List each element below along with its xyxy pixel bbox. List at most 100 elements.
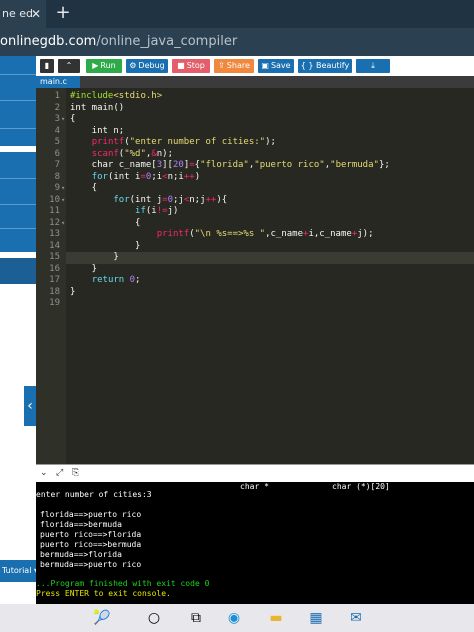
console-prompt: enter number of cities:3 <box>36 490 152 499</box>
close-icon[interactable]: ✕ <box>28 0 44 28</box>
line-number: 9 <box>54 183 60 193</box>
collapse-sidebar-icon[interactable]: ‹ <box>24 386 36 426</box>
share-icon: ⇪ <box>218 61 225 70</box>
code-line-3[interactable]: { <box>70 114 75 126</box>
run-label: Run <box>100 61 116 70</box>
stop-button[interactable]: ■ Stop <box>172 59 210 73</box>
download-icon[interactable]: ⤓ <box>356 59 390 73</box>
fold-arrow-icon[interactable]: ▾ <box>61 183 65 195</box>
share-button[interactable]: ⇪ Share <box>214 59 254 73</box>
console-output[interactable]: char * char (*)[20] enter number of citi… <box>36 482 474 604</box>
code-line-18[interactable]: } <box>70 287 75 299</box>
upload-icon[interactable]: ⌃ <box>58 59 80 73</box>
line-number: 15 <box>49 252 60 262</box>
save-button[interactable]: ▣ Save <box>258 59 294 73</box>
line-number: 14 <box>49 240 60 251</box>
console-line: puerto rico==>florida <box>40 530 142 539</box>
console-line: florida==>puerto rico <box>40 510 142 519</box>
mail-icon[interactable]: ✉ <box>344 606 368 630</box>
debug-icon: ⚙ <box>129 61 137 70</box>
code-line-8[interactable]: for(int i=0;i<n;i++) <box>70 172 200 184</box>
sidebar-item-active[interactable] <box>0 258 36 284</box>
url-domain: onlinegdb.com <box>0 34 97 49</box>
url-text[interactable]: onlinegdb.com/online_java_compiler <box>0 34 237 49</box>
new-file-icon[interactable]: ▮ <box>40 59 54 73</box>
code-line-1[interactable]: #include<stdio.h> <box>70 91 162 103</box>
line-number: 5 <box>54 137 60 147</box>
code-line-9[interactable]: { <box>70 183 97 195</box>
code-line-13[interactable]: printf("\n %s==>%s ",c_name+i,c_name+j); <box>70 229 374 241</box>
address-bar[interactable]: onlinegdb.com/online_java_compiler <box>0 28 474 56</box>
file-tab-main[interactable]: main.c <box>36 76 80 88</box>
chevron-down-icon[interactable]: ⌄ <box>40 468 48 478</box>
stop-icon: ■ <box>177 61 185 70</box>
console-line: florida==>bermuda <box>40 520 122 529</box>
save-icon: ▣ <box>261 61 269 70</box>
tutorial-label: Tutorial <box>2 566 32 575</box>
line-number: 10 <box>49 194 60 205</box>
code-line-17[interactable]: return 0; <box>70 275 141 287</box>
search-highlight-icon[interactable]: 🎾 <box>72 606 132 630</box>
debug-button[interactable]: ⚙ Debug <box>126 59 168 73</box>
sidebar-divider <box>0 228 36 229</box>
beautify-button[interactable]: { } Beautify <box>298 59 352 73</box>
line-number: 8 <box>54 171 60 182</box>
code-line-4[interactable]: int n; <box>70 126 125 138</box>
sidebar-divider <box>0 100 36 101</box>
left-sidebar: ‹ Tutorial ▾ <box>0 56 36 604</box>
tutorial-button[interactable]: Tutorial ▾ <box>0 560 36 582</box>
code-line-12[interactable]: { <box>70 218 140 230</box>
code-line-10[interactable]: for(int j=0;j<n;j++){ <box>70 195 227 207</box>
line-number: 2 <box>54 102 60 113</box>
expand-icon[interactable]: ⤢ <box>56 468 63 478</box>
console-line: bermuda==>puerto rico <box>40 560 142 569</box>
sidebar-divider <box>0 178 36 179</box>
sidebar-divider <box>0 74 36 75</box>
fold-arrow-icon[interactable]: ▾ <box>61 218 65 230</box>
console-press-enter: Press ENTER to exit console. <box>36 589 171 598</box>
line-number: 1 <box>54 91 60 101</box>
code-line-16[interactable]: } <box>70 264 97 276</box>
line-number: 11 <box>49 206 60 216</box>
windows-taskbar: 🎾 ○ ⧉ ◉ ▬ ▦ ✉ <box>0 604 474 632</box>
code-line-5[interactable]: printf("enter number of cities:"); <box>70 137 276 149</box>
sidebar-menu[interactable] <box>0 152 36 252</box>
line-number: 17 <box>49 275 60 285</box>
code-line-6[interactable]: scanf("%d",&n); <box>70 149 173 161</box>
store-icon[interactable]: ▦ <box>304 606 328 630</box>
task-view-icon[interactable]: ⧉ <box>184 606 208 630</box>
file-explorer-icon[interactable]: ▬ <box>264 606 288 630</box>
search-icon[interactable]: ○ <box>142 606 166 630</box>
active-line-highlight <box>66 252 474 264</box>
clear-console-icon[interactable]: ⎘ <box>72 468 79 478</box>
console-line: bermuda==>florida <box>40 550 122 559</box>
line-number: 13 <box>49 229 60 239</box>
beautify-label: { } Beautify <box>300 61 350 70</box>
code-line-2[interactable]: int main() <box>70 103 124 115</box>
line-number: 3 <box>54 114 60 124</box>
code-line-14[interactable]: } <box>70 241 140 253</box>
line-number: 18 <box>49 286 60 297</box>
run-button[interactable]: ▶ Run <box>86 59 122 73</box>
fold-arrow-icon[interactable]: ▾ <box>61 195 65 207</box>
line-number: 7 <box>54 160 60 170</box>
new-tab-button[interactable]: + <box>54 0 72 28</box>
sidebar-divider <box>0 204 36 205</box>
debug-label: Debug <box>138 61 165 70</box>
line-number: 16 <box>49 263 60 274</box>
file-tabs: main.c <box>36 76 474 88</box>
console-toolbar: ⌄ ⤢ ⎘ <box>36 464 474 482</box>
code-line-15[interactable]: } <box>70 252 118 264</box>
line-number: 19 <box>49 298 60 308</box>
editor-toolbar: ▮ ⌃ ▶ Run ⚙ Debug ■ Stop ⇪ Share ▣ Save { } B… <box>36 56 474 76</box>
sidebar-divider <box>0 128 36 129</box>
code-line-7[interactable]: char c_name[3][20]={"florida","puerto ri… <box>70 160 390 172</box>
console-header-char-array: char (*)[20] <box>332 482 390 491</box>
console-exit-message: ...Program finished with exit code 0 <box>36 579 210 588</box>
code-line-11[interactable]: if(i!=j) <box>70 206 178 218</box>
fold-arrow-icon[interactable]: ▾ <box>61 114 65 126</box>
sidebar-header <box>0 56 36 146</box>
line-number: 6 <box>54 148 60 159</box>
edge-browser-icon[interactable]: ◉ <box>222 606 246 630</box>
code-editor[interactable]: 1 2 3 4 5 6 7 8 9 10 11 12 13 14 15 16 1… <box>36 88 474 464</box>
